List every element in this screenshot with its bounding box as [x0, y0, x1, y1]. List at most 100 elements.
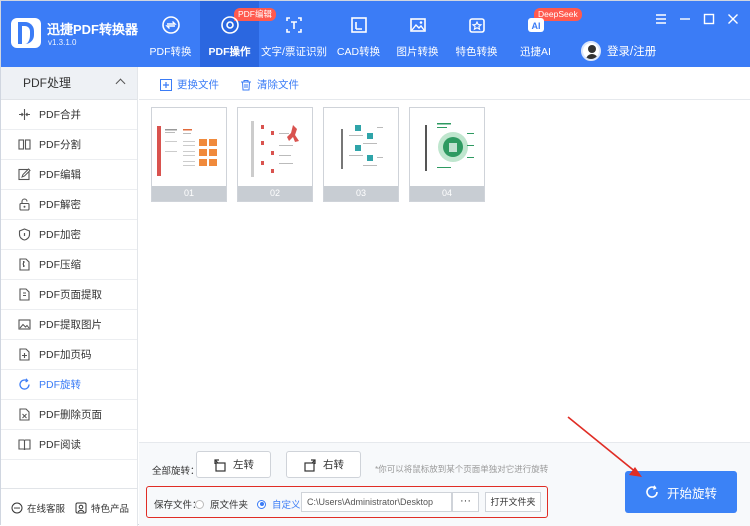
sidebar-item-rotate[interactable]: PDF旋转: [1, 370, 137, 400]
save-path-field[interactable]: C:\Users\Administrator\Desktop: [301, 492, 452, 512]
featured-products-label: 特色产品: [91, 503, 130, 515]
app-title: 迅捷PDF转换器: [47, 22, 139, 37]
sidebar-item-merge[interactable]: PDF合并: [1, 100, 137, 130]
replace-file-button[interactable]: 更换文件: [160, 77, 219, 92]
sidebar-item-label: PDF加页码: [39, 349, 92, 361]
sidebar-item-label: PDF删除页面: [39, 409, 102, 421]
nav-pdf-convert[interactable]: PDF转换: [141, 1, 200, 67]
rotate-left-icon: [214, 458, 226, 472]
sidebar-item-edit[interactable]: PDF编辑: [1, 160, 137, 190]
sidebar-item-label: PDF压缩: [39, 259, 81, 271]
sidebar-header[interactable]: PDF处理: [1, 67, 137, 100]
shield-icon: [18, 228, 31, 241]
sidebar-item-image-extract[interactable]: PDF提取图片: [1, 310, 137, 340]
sidebar-item-encrypt[interactable]: PDF加密: [1, 220, 137, 250]
online-service-label: 在线客服: [27, 503, 66, 515]
radio-custom-folder[interactable]: 自定义: [257, 497, 301, 511]
headset-icon: [11, 502, 23, 513]
page-number-label: 03: [324, 186, 398, 201]
sidebar-item-page-extract[interactable]: PDF页面提取: [1, 280, 137, 310]
browse-button[interactable]: ···: [452, 492, 479, 512]
featured-products-button[interactable]: 特色产品: [75, 501, 129, 515]
app-version: v1.3.1.0: [48, 38, 77, 47]
nav-cad-convert[interactable]: CAD转换: [329, 1, 388, 67]
online-service-button[interactable]: 在线客服: [11, 501, 65, 515]
save-location-group: 保存文件： 原文件夹 自定义 C:\Users\Administrator\De…: [146, 486, 548, 518]
page-extract-icon: [19, 288, 30, 301]
trash-icon: [241, 79, 251, 90]
rotate-left-button[interactable]: 左转: [196, 451, 271, 478]
operation-panel: 全部旋转： 左转 右转 *你可以将鼠标放到某个页面单独对它进行旋转 保存文件： …: [139, 442, 750, 526]
page-preview: [241, 111, 309, 185]
nav-label: 图片转换: [396, 46, 439, 58]
rotate-right-label: 右转: [323, 459, 344, 471]
clear-file-button[interactable]: 清除文件: [240, 77, 299, 92]
open-folder-button[interactable]: 打开文件夹: [485, 492, 541, 512]
nav-featured-convert[interactable]: 特色转换: [447, 1, 506, 67]
nav-ocr[interactable]: 文字/票证识别: [259, 1, 329, 67]
page-preview: [327, 111, 395, 185]
rotate-all-label: 全部旋转：: [152, 466, 200, 477]
sidebar-item-label: PDF编辑: [39, 169, 81, 181]
sidebar-item-label: PDF合并: [39, 109, 81, 121]
pdf-operate-icon: [220, 16, 239, 34]
split-icon: [18, 139, 31, 150]
nav-label: PDF转换: [149, 46, 192, 58]
nav-pdf-operate[interactable]: PDF编辑 PDF操作: [200, 1, 277, 67]
sidebar-item-compress[interactable]: PDF压缩: [1, 250, 137, 280]
nav-label: 迅捷AI: [520, 46, 551, 58]
page-number-label: 04: [410, 186, 484, 201]
nav-image-convert[interactable]: 图片转换: [388, 1, 447, 67]
main-panel: 更换文件 清除文件 01 02 03 04 全部旋转： 左转 右转 *你可以将鼠…: [139, 67, 750, 526]
app-logo: [11, 18, 41, 48]
cad-icon: [350, 17, 367, 33]
page-number-label: 01: [152, 186, 226, 201]
login-area[interactable]: 登录/注册: [581, 41, 656, 61]
sidebar-header-label: PDF处理: [23, 76, 72, 90]
svg-text:AI: AI: [531, 21, 540, 31]
sidebar-item-split[interactable]: PDF分割: [1, 130, 137, 160]
page-number-label: 02: [238, 186, 312, 201]
radio-original-folder[interactable]: 原文件夹: [195, 497, 248, 511]
rotate-icon: [19, 378, 30, 390]
page-thumbnail[interactable]: 03: [323, 107, 399, 202]
sidebar-item-decrypt[interactable]: PDF解密: [1, 190, 137, 220]
nav-xunjie-ai[interactable]: DeepSeek AI 迅捷AI: [506, 1, 582, 67]
page-number-icon: [19, 348, 30, 361]
sidebar-item-page-number[interactable]: PDF加页码: [1, 340, 137, 370]
close-icon[interactable]: [725, 11, 741, 27]
sidebar-item-delete-page[interactable]: PDF删除页面: [1, 400, 137, 430]
rotate-right-button[interactable]: 右转: [286, 451, 361, 478]
page-thumbnail[interactable]: 01: [151, 107, 227, 202]
page-thumbnail[interactable]: 04: [409, 107, 485, 202]
file-toolbar: 更换文件 清除文件: [139, 67, 750, 100]
sidebar-item-read[interactable]: PDF阅读: [1, 430, 137, 460]
ai-icon: AI: [527, 18, 544, 32]
window-controls: [641, 11, 741, 27]
sidebar: PDF处理 PDF合并 PDF分割 PDF编辑 PDF解密 PDF加密 PDF压…: [1, 67, 138, 526]
start-rotate-button[interactable]: 开始旋转: [625, 471, 737, 513]
replace-file-label: 更换文件: [177, 79, 219, 91]
login-register-link[interactable]: 登录/注册: [607, 43, 656, 59]
edit-icon: [18, 168, 31, 181]
page-thumbnail[interactable]: 02: [237, 107, 313, 202]
avatar: [581, 41, 601, 61]
app-window: 迅捷PDF转换器 v1.3.1.0 PDF转换 PDF编辑 PDF操作 文字/票…: [0, 0, 750, 526]
radio-circle: [195, 499, 204, 509]
nav-label: PDF操作: [208, 46, 251, 58]
rotate-right-icon: [304, 458, 316, 472]
start-rotate-label: 开始旋转: [666, 486, 717, 501]
sidebar-item-label: PDF阅读: [39, 439, 81, 451]
image-icon: [409, 18, 426, 32]
compress-icon: [19, 258, 30, 271]
sidebar-item-label: PDF旋转: [39, 379, 81, 391]
clear-file-label: 清除文件: [257, 79, 299, 91]
product-icon: [75, 502, 87, 513]
book-icon: [18, 439, 31, 451]
maximize-icon[interactable]: [701, 11, 717, 27]
refresh-icon: [646, 485, 658, 498]
pdf-convert-icon: [161, 16, 180, 34]
menu-icon[interactable]: [653, 11, 669, 27]
minimize-icon[interactable]: [677, 11, 693, 27]
nav-label: CAD转换: [336, 46, 381, 58]
